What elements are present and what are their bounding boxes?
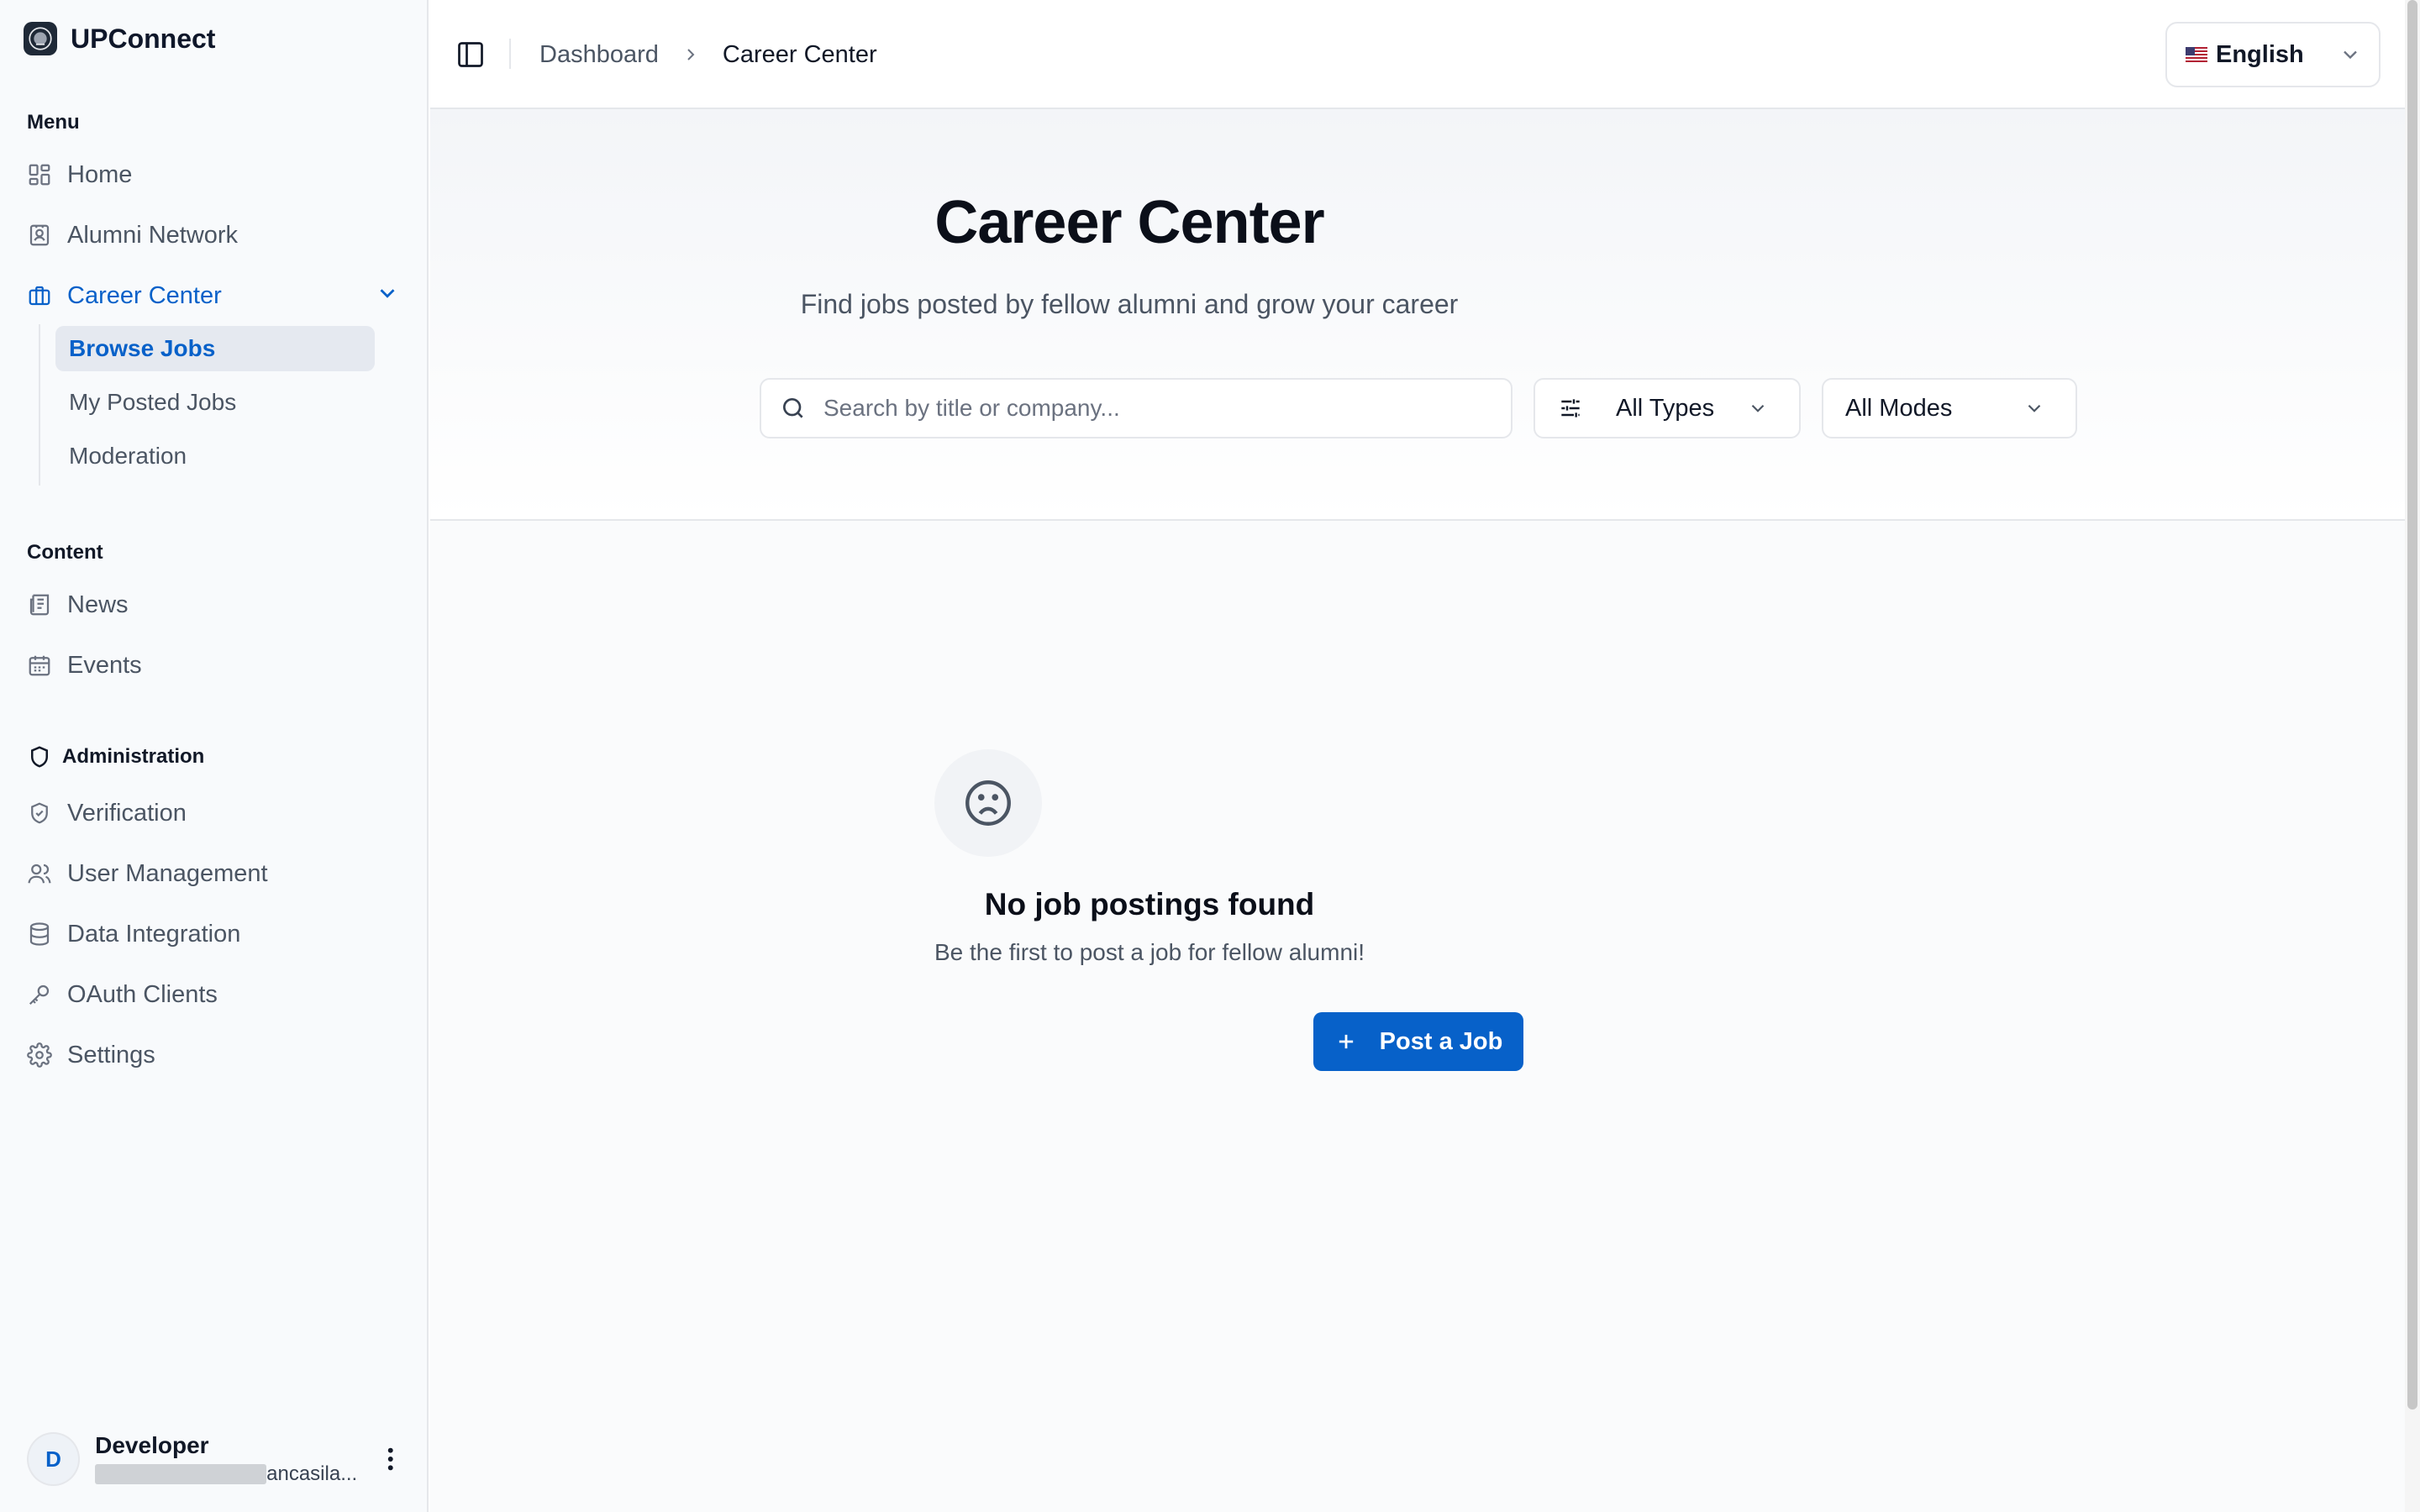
user-name: Developer	[95, 1432, 209, 1458]
header-divider	[509, 39, 511, 69]
contact-card-icon	[29, 224, 50, 246]
sidebar-subitem-moderation[interactable]: Moderation	[55, 433, 375, 479]
submenu-guide-line	[39, 324, 40, 486]
sidebar-item-label: Career Center	[67, 281, 222, 309]
shield-check-icon	[31, 802, 48, 824]
sidebar: UPConnect Menu Home Alumni Network Caree…	[0, 0, 429, 1512]
sidebar-subitem-browse-jobs[interactable]: Browse Jobs	[55, 326, 375, 371]
search-box[interactable]	[760, 378, 1512, 438]
empty-state-title: No job postings found	[984, 887, 1315, 921]
content-section-label: Content	[27, 541, 103, 564]
avatar: D	[27, 1432, 81, 1486]
sidebar-subitem-my-posted-jobs[interactable]: My Posted Jobs	[55, 380, 375, 425]
work-mode-select[interactable]: All Modes	[1822, 378, 2077, 438]
database-icon	[29, 922, 50, 946]
breadcrumb-dashboard[interactable]: Dashboard	[539, 41, 659, 69]
sidebar-item-home[interactable]: Home	[27, 155, 132, 195]
sidebar-item-events[interactable]: Events	[27, 645, 142, 685]
sidebar-item-label: OAuth Clients	[67, 980, 218, 1008]
sidebar-item-verification[interactable]: Verification	[27, 793, 187, 833]
administration-section-label: Administration	[27, 744, 204, 769]
search-icon	[783, 398, 803, 418]
administration-label-text: Administration	[62, 745, 205, 768]
more-vertical-icon[interactable]	[376, 1444, 405, 1474]
language-select[interactable]: English	[2165, 22, 2381, 87]
search-input[interactable]	[823, 395, 1496, 422]
sidebar-item-label: News	[67, 591, 129, 618]
sidebar-item-label: Events	[67, 651, 142, 679]
sidebar-item-label: Data Integration	[67, 920, 241, 948]
chevron-right-icon	[687, 49, 695, 60]
sidebar-item-label: Home	[67, 160, 133, 188]
sidebar-item-label: Alumni Network	[67, 221, 239, 249]
sidebar-item-data-integration[interactable]: Data Integration	[27, 914, 240, 954]
calendar-icon	[29, 655, 50, 676]
post-job-button[interactable]: Post a Job	[1313, 1012, 1523, 1071]
redacted-block	[95, 1464, 267, 1484]
chevron-down-icon	[2028, 404, 2041, 412]
university-seal-icon	[24, 22, 57, 55]
job-type-select[interactable]: All Types	[1534, 378, 1801, 438]
key-icon	[29, 984, 50, 1005]
users-icon	[28, 864, 51, 884]
sidebar-toggle-icon[interactable]	[455, 39, 486, 70]
work-mode-value: All Modes	[1845, 394, 1953, 422]
sidebar-item-label: User Management	[67, 859, 268, 887]
chevron-down-icon	[2344, 50, 2357, 60]
briefcase-icon	[29, 286, 50, 306]
page-subtitle: Find jobs posted by fellow alumni and gr…	[800, 289, 1459, 319]
page-title: Career Center	[934, 189, 1324, 256]
chevron-down-icon[interactable]	[375, 281, 400, 306]
brand[interactable]: UPConnect	[24, 22, 215, 55]
user-email-visible: ancasila...	[266, 1462, 358, 1485]
sidebar-item-label: Verification	[67, 799, 187, 827]
brand-name: UPConnect	[71, 23, 216, 54]
sidebar-item-career-center[interactable]: Career Center	[27, 276, 222, 316]
newspaper-icon	[29, 594, 50, 616]
breadcrumb-current: Career Center	[722, 40, 877, 68]
user-info: Developer ancasila...	[95, 1432, 360, 1486]
hero-section: Career Center Find jobs posted by fellow…	[430, 109, 2405, 521]
sad-face-icon	[965, 780, 1011, 826]
sidebar-item-label: Settings	[67, 1041, 155, 1068]
menu-section-label: Menu	[27, 111, 80, 134]
sidebar-item-settings[interactable]: Settings	[27, 1035, 155, 1075]
sidebar-item-oauth-clients[interactable]: OAuth Clients	[27, 974, 218, 1015]
user-card[interactable]: D Developer ancasila...	[27, 1430, 405, 1488]
user-email: ancasila...	[95, 1462, 360, 1486]
empty-state-icon-wrap	[934, 749, 1042, 857]
gear-icon	[27, 1042, 52, 1068]
grid-icon	[29, 164, 50, 186]
post-job-label: Post a Job	[1379, 1027, 1503, 1055]
sidebar-item-user-management[interactable]: User Management	[27, 853, 268, 894]
chevron-down-icon	[1751, 404, 1765, 412]
empty-state-description: Be the first to post a job for fellow al…	[934, 939, 1365, 965]
scrollbar-thumb[interactable]	[2407, 0, 2417, 1410]
shield-icon	[31, 746, 48, 768]
breadcrumb: Dashboard Career Center	[539, 37, 877, 72]
us-flag-icon	[2186, 47, 2207, 62]
job-type-value: All Types	[1616, 394, 1715, 422]
top-header: Dashboard Career Center English	[430, 0, 2405, 109]
sidebar-item-news[interactable]: News	[27, 585, 129, 625]
sidebar-item-alumni-network[interactable]: Alumni Network	[27, 215, 238, 255]
sliders-icon	[1561, 399, 1580, 417]
language-label: English	[2216, 40, 2304, 68]
plus-icon	[1339, 1034, 1353, 1049]
